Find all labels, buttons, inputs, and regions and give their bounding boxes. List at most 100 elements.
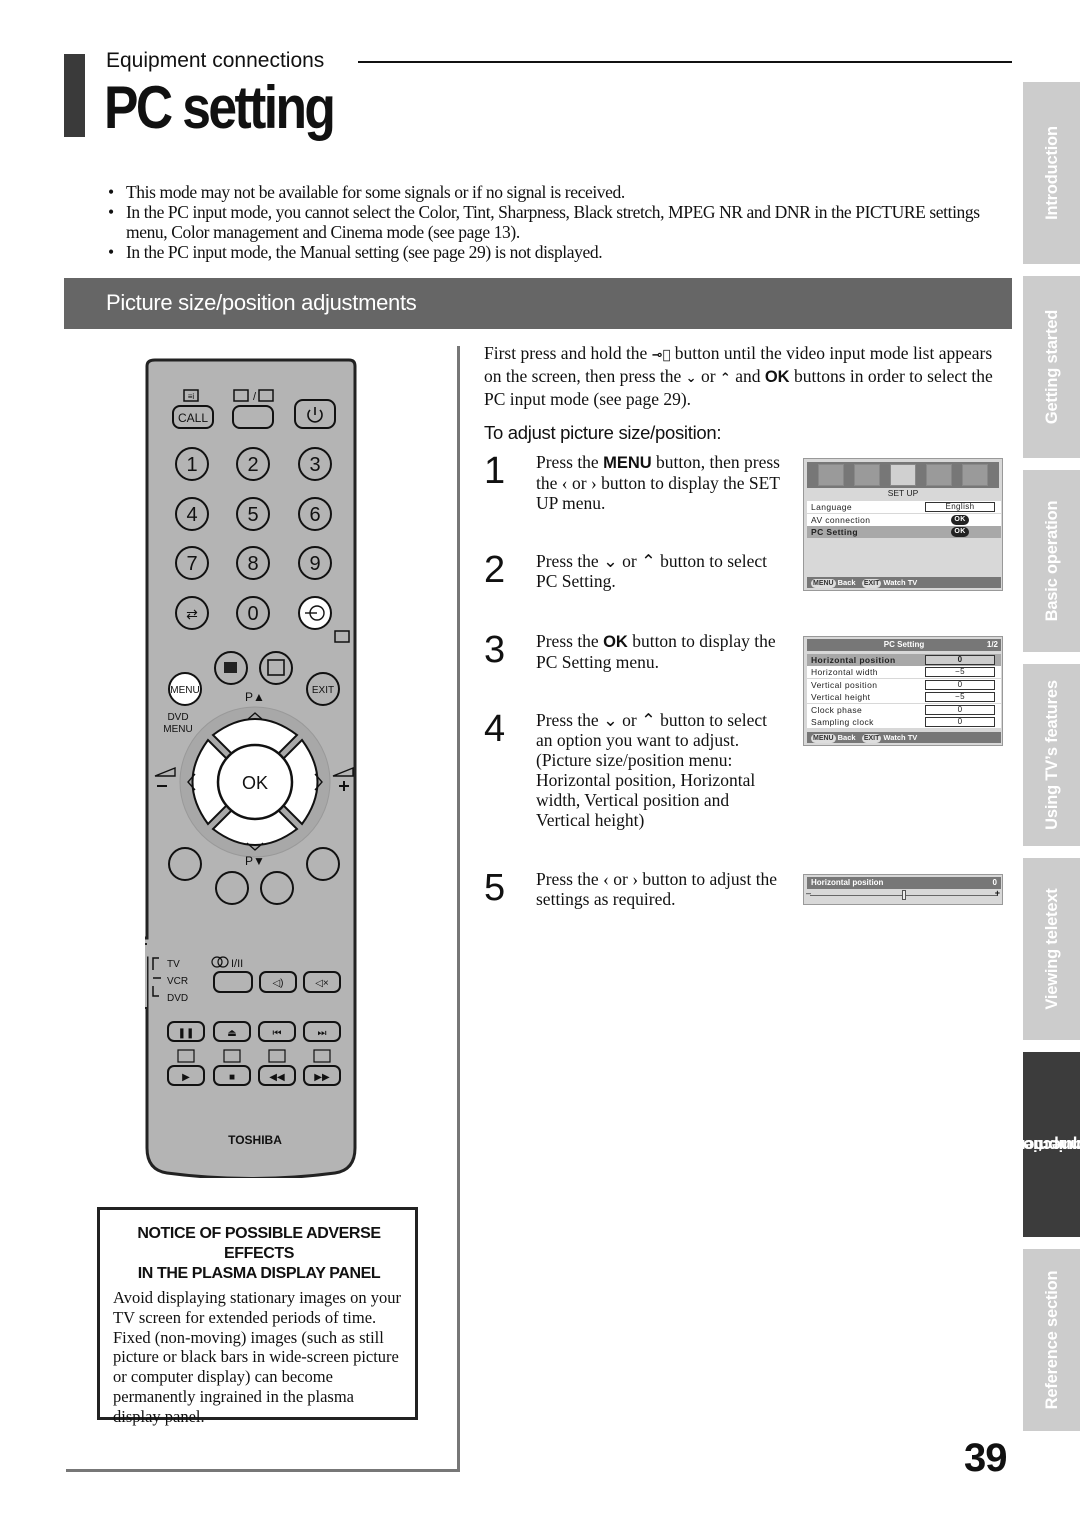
digit-label: 0 (247, 603, 258, 625)
digit-label: 8 (247, 553, 258, 575)
tab-using-tvs-features[interactable]: Using TV’s features (1023, 664, 1080, 846)
step-text: Press the ⌄ or ⌃ button to select an opt… (536, 710, 768, 830)
plus-icon: + (994, 888, 1000, 898)
minus-icon: – (806, 888, 812, 898)
tab-getting-started[interactable]: Getting started (1023, 276, 1080, 458)
notice-body: Avoid displaying stationary images on yo… (113, 1288, 401, 1426)
digit-label: 2 (247, 454, 258, 476)
digit-label: 5 (247, 504, 258, 526)
up-arrow-icon: ⌃ (719, 371, 731, 386)
remote-control-illustration: ≡i CALL / 1 2 3 4 5 6 7 8 9 ⇄ 0 MENU EXIT P▲ DVD M… (137, 358, 357, 1180)
green-button (215, 871, 249, 905)
setup-icon (890, 464, 916, 486)
yellow-button (260, 871, 294, 905)
section-banner: Picture size/position adjustments (64, 278, 1012, 329)
header-rule (358, 61, 1012, 63)
timer-icon (926, 464, 952, 486)
tv-label: TV (167, 959, 180, 970)
tab-equipment-connections[interactable]: Equipmentconnections (1004, 1052, 1080, 1237)
call-label: CALL (178, 411, 208, 425)
vcr-label: VCR (167, 976, 188, 987)
sound-icon (854, 464, 880, 486)
p-down-label: P▼ (245, 854, 265, 868)
page-number: 39 (964, 1436, 1007, 1480)
dvd-menu-label: DVD (167, 712, 188, 723)
digit-label: 4 (186, 504, 197, 526)
svg-text:≡i: ≡i (188, 392, 195, 401)
tab-viewing-teletext[interactable]: Viewing teletext (1023, 858, 1080, 1040)
tab-basic-operation[interactable]: Basic operation (1023, 470, 1080, 652)
osd-footer: MENU Back EXIT Watch TV (807, 732, 1001, 743)
tools-icon (962, 464, 988, 486)
swap-icon: ⇄ (186, 606, 198, 622)
osd-slider: Horizontal position 0 – + (803, 874, 1003, 905)
pause-icon: ❚❚ (178, 1028, 195, 1039)
notice-heading: IN THE PLASMA DISPLAY PANEL (137, 1265, 381, 1282)
dual-label: I/II (231, 958, 243, 970)
red-button (168, 847, 202, 881)
intro-paragraph: First press and hold the ⊸⃝ button until… (484, 343, 993, 409)
osd-row-pc-setting: PC Setting OK (807, 526, 1001, 538)
subheading: To adjust picture size/position: (484, 422, 722, 443)
banner-title: Picture size/position adjustments (106, 290, 417, 315)
osd-row-language: Language English (807, 501, 1001, 513)
osd-row: Vertical height −5 (807, 691, 1001, 703)
stop-icon: ■ (229, 1072, 235, 1083)
note-item: This mode may not be available for some … (108, 182, 988, 202)
note-item: In the PC input mode, the Manual setting… (108, 242, 988, 262)
ok-keyword: OK (764, 368, 790, 386)
tab-introduction[interactable]: Introduction (1023, 82, 1080, 264)
column-divider-bottom (66, 1469, 460, 1472)
step-text: Press the ‹ or › button to adjust the se… (536, 869, 778, 909)
menu-label: MENU (170, 685, 199, 696)
osd-row: Horizontal position 0 (807, 654, 1001, 666)
eject-icon: ⏏ (227, 1028, 236, 1039)
osd-footer: MENU Back EXIT Watch TV (807, 577, 1001, 588)
step-text: Press the ⌄ or ⌃ button to select PC Set… (536, 551, 768, 591)
tab-reference-section[interactable]: Reference section (1023, 1249, 1080, 1431)
osd-title: PC Setting 1/2 (807, 639, 1001, 651)
section-label: Equipment connections (106, 49, 325, 72)
page-title: PC setting (104, 74, 336, 141)
down-arrow-icon: ⌄ (685, 371, 697, 386)
notice-box: NOTICE OF POSSIBLE ADVERSE EFFECTS IN TH… (97, 1207, 418, 1426)
osd-title: SET UP (887, 488, 919, 498)
osd-row: Vertical position 0 (807, 679, 1001, 691)
notice-heading: NOTICE OF POSSIBLE ADVERSE EFFECTS (137, 1225, 381, 1262)
digit-label: 6 (309, 504, 320, 526)
exit-label: EXIT (312, 685, 334, 696)
osd-pc-setting-menu: PC Setting 1/2 Horizontal position 0 Horiz… (803, 636, 1003, 746)
digit-label: 7 (186, 553, 197, 575)
dvd-label: DVD (167, 993, 188, 1004)
skip-forward-icon: ⏭ (318, 1028, 327, 1039)
picture-icon (818, 464, 844, 486)
osd-slider-title: Horizontal position 0 (807, 877, 1001, 889)
column-divider (457, 346, 460, 1472)
digit-label: 9 (309, 553, 320, 575)
step-number: 2 (484, 549, 506, 591)
skip-back-icon: ⏮ (273, 1028, 282, 1039)
note-item: In the PC input mode, you cannot select … (108, 202, 988, 242)
step-number: 1 (484, 450, 506, 492)
osd-row: Clock phase 0 (807, 704, 1001, 716)
step-text: Press the MENU button, then press the ‹ … (536, 452, 780, 513)
step-number: 4 (484, 708, 506, 750)
ok-label: OK (242, 773, 268, 793)
picture-position-icon (224, 662, 237, 673)
digit-label: 3 (309, 454, 320, 476)
fast-forward-icon: ▶▶ (314, 1072, 330, 1083)
digit-label: 1 (186, 454, 197, 476)
brand-logo: TOSHIBA (228, 1133, 282, 1147)
step-text: Press the OK button to display the PC Se… (536, 631, 776, 672)
teletext-button (232, 405, 274, 429)
step-number: 3 (484, 629, 506, 671)
notes-list: This mode may not be available for some … (108, 182, 988, 262)
osd-row: Horizontal width −5 (807, 666, 1001, 678)
slider-knob (902, 890, 906, 900)
input-select-icon: ⊸⃝ (651, 348, 671, 363)
dvd-menu-label: MENU (163, 724, 192, 735)
p-up-label: P▲ (245, 690, 265, 704)
osd-row-av-connection: AV connection OK (807, 514, 1001, 526)
dual-sound-button (213, 971, 253, 993)
rewind-icon: ◀◀ (269, 1072, 285, 1083)
